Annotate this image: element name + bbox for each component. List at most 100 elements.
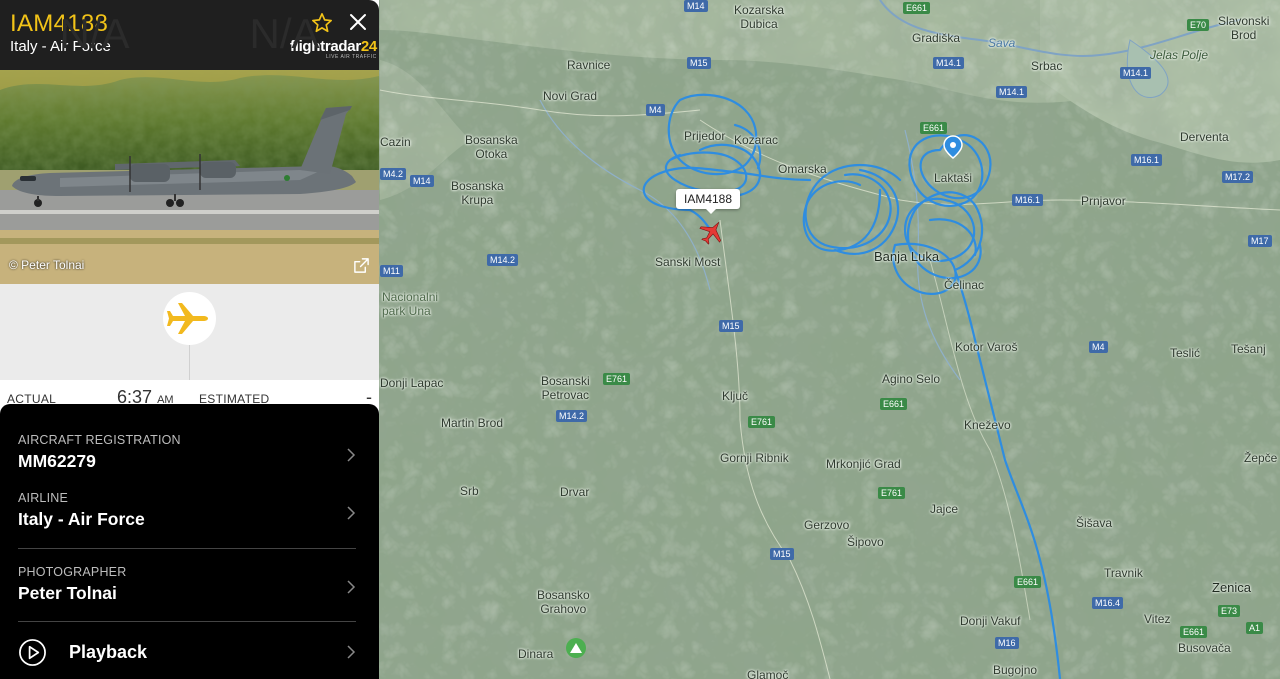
place-label: Ravnice [567,58,611,72]
road-shield: M16.1 [1131,154,1163,166]
road-shield: M15 [770,548,794,560]
road-shield: A1 [1246,622,1264,634]
detail-label: AIRLINE [18,491,69,505]
place-label: Gornji Ribnik [720,451,789,465]
destination-box[interactable] [190,284,379,380]
road-shield: M4.2 [380,168,407,180]
place-label: Banja Luka [874,249,940,264]
place-label: Jajce [930,502,959,516]
place-label: Gerzovo [804,518,850,532]
external-link-icon[interactable] [353,257,370,274]
aircraft-label[interactable]: IAM4188 [676,189,741,214]
place-label: Busovača [1178,641,1231,655]
detail-label: PHOTOGRAPHER [18,565,127,579]
road-shield: E761 [603,373,631,385]
road-shield: M4 [1089,341,1108,353]
detail-row-airline[interactable]: AIRLINE Italy - Air Force [18,491,356,530]
road-shield: M4 [646,104,665,116]
play-icon[interactable] [18,638,47,667]
road-shield: E73 [1218,605,1241,617]
road-shield: M14.1 [1120,67,1152,79]
road-shield: E661 [1180,626,1208,638]
place-label: Travnik [1104,566,1143,580]
road-shield: E761 [878,487,906,499]
place-label: Laktaši [934,171,973,185]
origin-box[interactable] [0,284,189,380]
place-label: Šišava [1076,516,1113,530]
playback-button[interactable]: Playback [69,642,147,663]
road-shield: M11 [380,265,403,277]
place-label: Drvar [560,485,590,499]
road-shield: M14.1 [996,86,1028,98]
origin-code: N/A [59,10,130,57]
detail-label: AIRCRAFT REGISTRATION [18,433,181,447]
place-label: Bosansko Grahovo [537,588,590,616]
place-label: Kneževo [964,418,1011,432]
place-label: Donji Vakuf [960,614,1021,628]
road-shield: M17.2 [1222,171,1254,183]
place-label: Novi Grad [543,89,598,103]
airplane-icon [167,303,208,334]
road-shield: M17 [1248,235,1272,247]
place-label: Jelas Polje [1150,48,1209,62]
place-label: Prijedor [684,129,726,143]
place-label: Omarska [778,162,827,176]
detail-value: Peter Tolnai [18,583,117,603]
road-shield: E661 [1014,576,1042,588]
place-label: Žepče [1244,451,1278,465]
road-shield: E761 [748,416,776,428]
road-shield: E661 [920,122,948,134]
place-label: Šipovo [847,535,884,549]
detail-row-registration[interactable]: AIRCRAFT REGISTRATION MM62279 [18,433,356,472]
destination-code: N/A [249,10,320,57]
road-shield: M14.1 [933,57,965,69]
detail-row-photographer[interactable]: PHOTOGRAPHER Peter Tolnai [18,565,356,604]
road-shield: M14.2 [556,410,588,422]
route-plane-badge [163,292,216,345]
road-shield: E661 [880,398,908,410]
place-label: Zenica [1212,580,1252,595]
road-shield: E661 [903,2,931,14]
road-shield: M14.2 [487,254,519,266]
place-label: Cazin [380,135,411,149]
place-label: Agino Selo [882,372,941,386]
chevron-right-icon [347,448,356,462]
chevron-right-icon [347,580,356,594]
place-label: Prnjavor [1081,194,1126,208]
place-label: Bosanska Otoka [465,133,518,161]
place-label: Donji Lapac [380,376,444,390]
divider [18,621,356,622]
place-label: Srbac [1031,59,1063,73]
chevron-right-icon[interactable] [346,644,356,660]
divider [18,548,356,549]
flight-info-panel: IAM4188 Italy - Air Force flightradar24 … [0,0,379,679]
aircraft-details: AIRCRAFT REGISTRATION MM62279 AIRLINE It… [0,404,379,679]
place-label: Bosanski Petrovac [541,374,590,402]
place-label: Vitez [1144,612,1171,626]
place-label: Srb [460,484,479,498]
place-label: Martin Brod [441,416,504,430]
place-label: Bosanska Krupa [451,179,504,207]
place-label: Ključ [722,389,749,403]
detail-value: Italy - Air Force [18,509,145,529]
place-label: Kozarska Dubica [734,3,785,31]
place-label: Teslić [1170,346,1201,360]
photo-credit: © Peter Tolnai [9,258,85,272]
road-shield: M16.4 [1092,597,1124,609]
river-label: Sava [988,36,1016,50]
place-label: Sanski Most [655,255,721,269]
road-shield: M14 [410,175,434,187]
place-label: Slavonski Brod [1218,14,1270,42]
place-label: Dinara [518,647,554,661]
place-label: Bugojno [993,663,1038,677]
road-shield: M14 [684,0,708,12]
place-label: Gradiška [912,31,961,45]
place-label: Tešanj [1231,342,1266,356]
place-label: Derventa [1180,130,1229,144]
aircraft-photo[interactable] [0,70,379,284]
chevron-right-icon [347,506,356,520]
park-label: Nacionalni park Una [382,290,439,318]
place-label: Kotor Varoš [955,340,1018,354]
place-label: Glamoč [747,668,789,679]
road-shield: E70 [1187,19,1210,31]
